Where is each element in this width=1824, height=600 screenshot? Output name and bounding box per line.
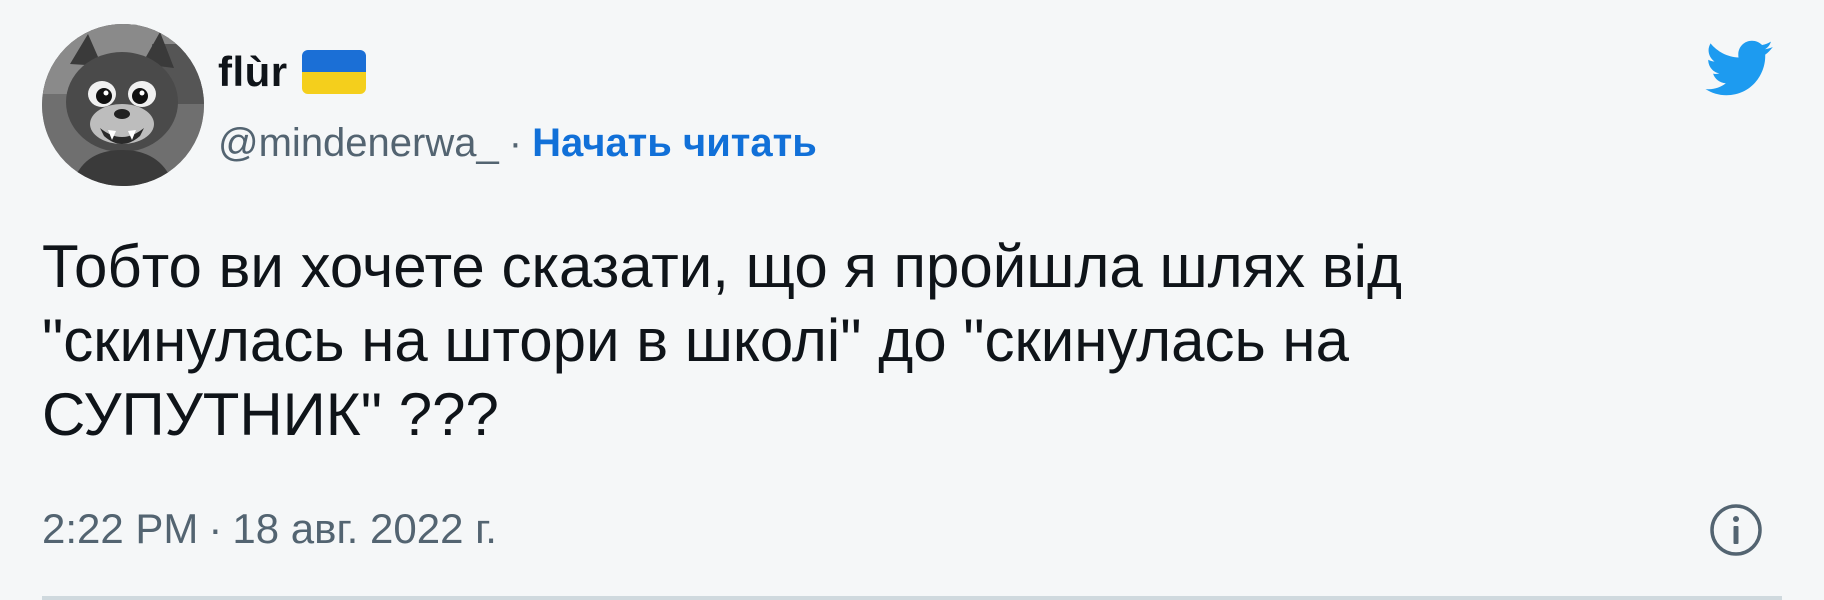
author-name-row: flùr bbox=[218, 44, 366, 100]
tweet-time: 2:22 PM bbox=[42, 505, 199, 552]
info-icon[interactable] bbox=[1708, 502, 1764, 558]
follow-button[interactable]: Начать читать bbox=[532, 123, 817, 163]
tweet-card: flùr @mindenerwa_ · Начать читать Тобто … bbox=[0, 0, 1824, 600]
tweet-date: 18 авг. 2022 г. bbox=[232, 505, 497, 552]
tweet-text: Тобто ви хочете сказати, що я пройшла шл… bbox=[42, 233, 1402, 448]
bottom-divider bbox=[42, 596, 1782, 600]
tweet-timestamp[interactable]: 2:22 PM · 18 авг. 2022 г. bbox=[42, 508, 497, 550]
author-handle-row: @mindenerwa_ · Начать читать bbox=[218, 118, 817, 168]
display-name[interactable]: flùr bbox=[218, 51, 288, 93]
author-handle[interactable]: @mindenerwa_ bbox=[218, 123, 499, 163]
ukraine-flag-icon bbox=[301, 50, 366, 94]
avatar[interactable] bbox=[42, 24, 204, 186]
twitter-bird-icon[interactable] bbox=[1700, 34, 1780, 102]
separator-dot: · bbox=[508, 121, 523, 165]
avatar-image bbox=[42, 24, 204, 186]
timestamp-separator: · bbox=[208, 505, 223, 552]
